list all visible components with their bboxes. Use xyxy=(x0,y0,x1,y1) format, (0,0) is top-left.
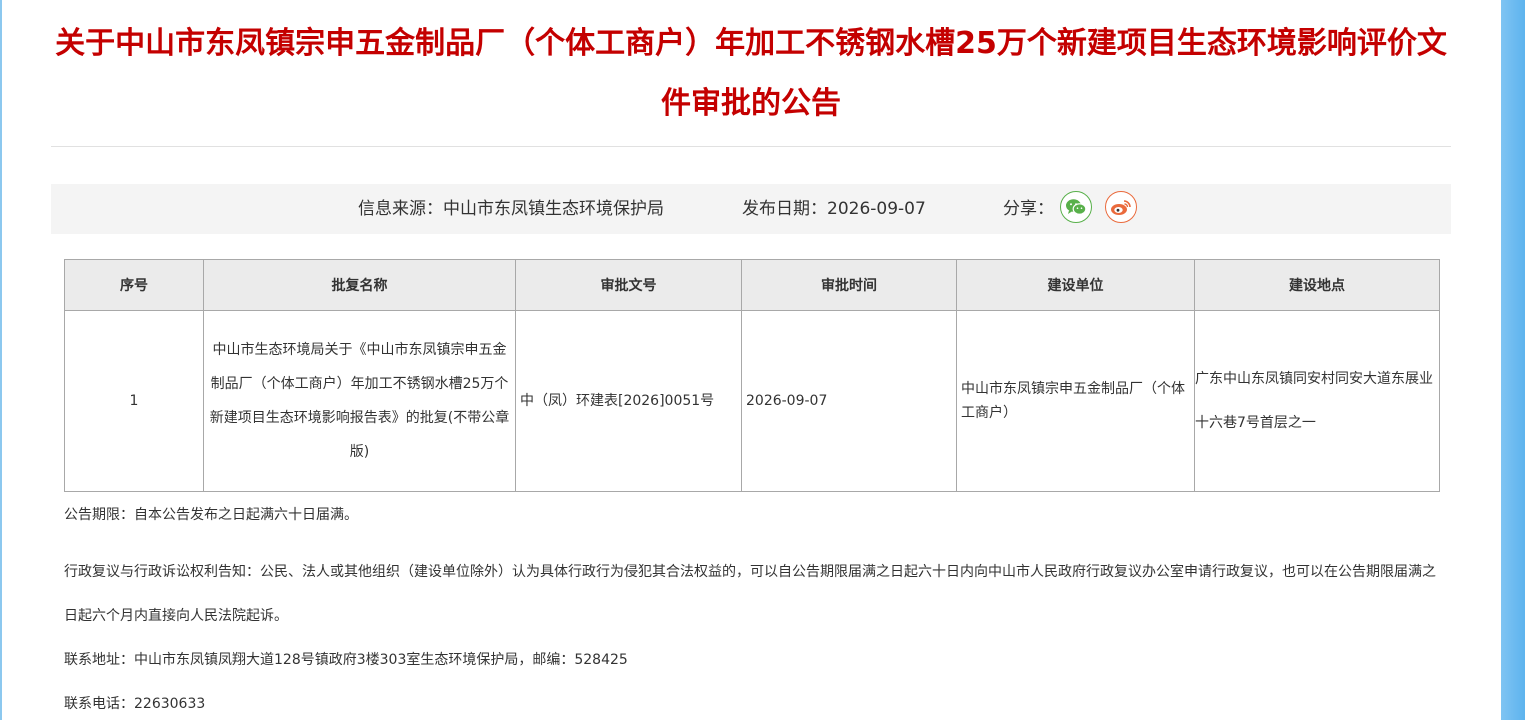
header-name: 批复名称 xyxy=(203,259,516,311)
cell-approval-name-link[interactable]: 中山市生态环境局关于《中山市东凤镇宗申五金制品厂（个体工商户）年加工不锈钢水槽2… xyxy=(203,310,516,492)
cell-approval-date: 2026-09-07 xyxy=(741,310,957,492)
notice-rights: 行政复议与行政诉讼权利告知：公民、法人或其他组织（建设单位除外）认为具体行政行为… xyxy=(64,564,1436,624)
wechat-icon xyxy=(1066,199,1087,215)
side-scroll-bar[interactable] xyxy=(1501,0,1525,720)
share-label: 分享： xyxy=(1003,199,1054,219)
cell-unit: 中山市东凤镇宗申五金制品厂（个体工商户） xyxy=(956,310,1195,492)
header-approval-date: 审批时间 xyxy=(741,259,957,311)
cell-location: 广东中山东凤镇同安村同安大道东展业十六巷7号首层之一 xyxy=(1194,310,1440,492)
source-value: 中山市东凤镇生态环境保护局 xyxy=(443,199,664,219)
table-row: 1 中山市生态环境局关于《中山市东凤镇宗申五金制品厂（个体工商户）年加工不锈钢水… xyxy=(64,310,1440,492)
notice-notes: 公告期限：自本公告发布之日起满六十日届满。 行政复议与行政诉讼权利告知：公民、法… xyxy=(64,506,1444,726)
article: 关于中山市东凤镇宗申五金制品厂（个体工商户）年加工不锈钢水槽25万个新建项目生态… xyxy=(51,0,1451,712)
header-location: 建设地点 xyxy=(1194,259,1440,311)
weibo-share-button[interactable] xyxy=(1105,191,1137,223)
date-value: 2026-09-07 xyxy=(827,199,926,219)
page-title: 关于中山市东凤镇宗申五金制品厂（个体工商户）年加工不锈钢水槽25万个新建项目生态… xyxy=(55,26,1447,121)
left-edge xyxy=(0,0,2,720)
header-index: 序号 xyxy=(64,259,204,311)
table-header-row: 序号 批复名称 审批文号 审批时间 建设单位 建设地点 xyxy=(64,259,1440,311)
date-label: 发布日期： xyxy=(742,199,827,219)
contact-phone: 联系电话：22630633 xyxy=(64,696,206,712)
approval-table: 序号 批复名称 审批文号 审批时间 建设单位 建设地点 1 中山市生态环境局关于… xyxy=(64,259,1440,492)
contact-address: 联系地址：中山市东凤镇凤翔大道128号镇政府3楼303室生态环境保护局，邮编：5… xyxy=(64,652,628,668)
wechat-share-button[interactable] xyxy=(1060,191,1092,223)
weibo-icon xyxy=(1111,200,1131,215)
title-divider xyxy=(51,146,1451,147)
article-info-bar: 信息来源：中山市东凤镇生态环境保护局 发布日期：2026-09-07 分享： xyxy=(51,184,1451,234)
cell-index: 1 xyxy=(64,310,204,492)
header-unit: 建设单位 xyxy=(956,259,1195,311)
cell-doc-no: 中（凤）环建表[2026]0051号 xyxy=(515,310,742,492)
header-doc-no: 审批文号 xyxy=(515,259,742,311)
info-date: 发布日期：2026-09-07 xyxy=(742,184,926,234)
notice-period: 公告期限：自本公告发布之日起满六十日届满。 xyxy=(64,507,358,523)
info-source: 信息来源：中山市东凤镇生态环境保护局 xyxy=(358,184,664,234)
source-label: 信息来源： xyxy=(358,199,443,219)
